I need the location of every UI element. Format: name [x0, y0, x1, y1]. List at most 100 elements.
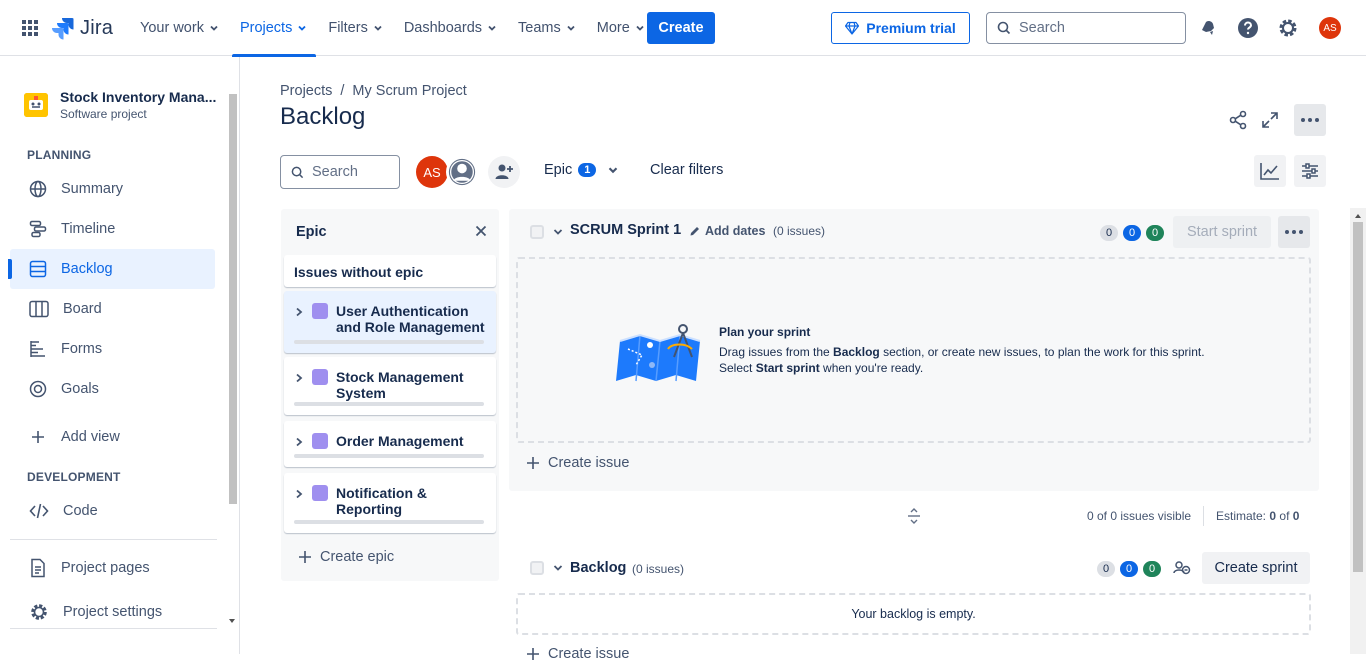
unassigned-avatar-filter[interactable] [446, 156, 478, 188]
resize-handle-icon[interactable] [906, 508, 922, 524]
sidebar-scroll-thumb[interactable] [229, 94, 237, 504]
notifications-icon[interactable] [1196, 16, 1220, 40]
nav-your-work[interactable]: Your work [130, 0, 230, 56]
plus-icon [299, 551, 311, 563]
nav-teams[interactable]: Teams [508, 0, 587, 56]
global-search-input[interactable]: Search [986, 12, 1186, 44]
chevron-right-icon[interactable] [294, 489, 304, 499]
nav-more[interactable]: More [587, 0, 656, 56]
sidebar-item-timeline[interactable]: Timeline [10, 209, 215, 249]
insights-button[interactable] [1254, 155, 1286, 187]
in-progress-count-badge: 0 [1123, 225, 1141, 241]
add-dates-button[interactable]: Add dates [689, 224, 765, 238]
app-switcher-icon[interactable] [20, 18, 40, 38]
nav-label: Your work [140, 20, 204, 36]
project-header[interactable]: Stock Inventory Mana... Software project [24, 89, 216, 121]
gem-icon [845, 21, 860, 35]
issues-without-epic[interactable]: Issues without epic [284, 255, 496, 287]
chevron-down-icon [374, 25, 382, 31]
backlog-select-checkbox[interactable] [530, 561, 544, 575]
nav-label: Projects [239, 20, 293, 36]
help-icon[interactable] [1236, 16, 1260, 40]
add-people-button[interactable] [488, 156, 520, 188]
estimate-value: 0 [1269, 509, 1277, 523]
project-type: Software project [60, 107, 147, 121]
nav-projects[interactable]: Projects [230, 0, 318, 57]
search-icon [997, 21, 1011, 35]
todo-count-badge: 0 [1097, 561, 1115, 577]
sprint-more-button[interactable] [1278, 216, 1310, 248]
chevron-down-icon [210, 25, 218, 31]
nav-label: More [596, 20, 630, 36]
more-actions-button[interactable] [1294, 104, 1326, 136]
nav-dashboards[interactable]: Dashboards [394, 0, 508, 56]
chevron-right-icon[interactable] [294, 437, 304, 447]
todo-count-badge: 0 [1100, 225, 1118, 241]
assign-team-icon[interactable] [1170, 556, 1194, 580]
epic-card[interactable]: User Authentication and Role Management [284, 291, 496, 353]
epic-name: Stock Management System [336, 369, 464, 401]
view-settings-button[interactable] [1294, 155, 1326, 187]
sprint-select-checkbox[interactable] [530, 225, 544, 239]
page-icon [31, 558, 45, 578]
sidebar-item-backlog[interactable]: Backlog [8, 249, 215, 289]
sidebar-item-forms[interactable]: Forms [10, 329, 215, 369]
share-button[interactable] [1222, 104, 1254, 136]
project-sidebar: Stock Inventory Mana... Software project… [0, 57, 240, 654]
estimate-of: of [1279, 509, 1290, 523]
epic-progress-bar [294, 402, 484, 406]
estimate-text: Estimate: 0 of 0 [1216, 509, 1299, 523]
jira-logo-icon [52, 18, 74, 40]
epic-name: Order Management [336, 433, 464, 449]
assignee-avatar-filter[interactable]: AS [416, 156, 448, 188]
sidebar-item-project-pages[interactable]: Project pages [10, 548, 215, 588]
avatar-initials: AS [1319, 17, 1341, 39]
epic-card[interactable]: Order Management [284, 421, 496, 467]
chevron-down-icon[interactable] [552, 226, 564, 238]
backlog-search-input[interactable]: Search [280, 155, 400, 189]
add-view-button[interactable]: Add view [10, 417, 215, 457]
start-sprint-button[interactable]: Start sprint [1173, 216, 1271, 248]
sidebar-item-project-settings[interactable]: Project settings [10, 592, 215, 632]
epic-filter-dropdown[interactable]: Epic 1 [544, 162, 620, 178]
plan-text-bold: Start sprint [755, 361, 820, 375]
sidebar-item-goals[interactable]: Goals [10, 369, 215, 409]
epic-card[interactable]: Stock Management System [284, 357, 496, 415]
backlog-create-issue-button[interactable]: Create issue [526, 646, 629, 662]
epic-filter-label: Epic [544, 162, 573, 178]
sidebar-item-board[interactable]: Board [10, 289, 215, 329]
primary-nav: Your work Projects Filters Dashboards Te… [130, 0, 656, 57]
nav-filters[interactable]: Filters [318, 0, 393, 56]
settings-gear-icon[interactable] [1276, 16, 1300, 40]
chevron-right-icon[interactable] [294, 307, 304, 317]
breadcrumb-projects[interactable]: Projects [280, 83, 332, 99]
plan-text-bold: Backlog [833, 345, 880, 359]
create-epic-label: Create epic [320, 549, 395, 565]
clear-filters-button[interactable]: Clear filters [650, 162, 723, 178]
plus-icon [527, 457, 539, 469]
epic-progress-bar [294, 340, 484, 344]
sprint-drop-zone[interactable]: Plan your sprint Drag issues from the Ba… [516, 257, 1311, 443]
create-epic-button[interactable]: Create epic [298, 549, 394, 565]
chevron-down-icon[interactable] [552, 562, 564, 574]
sidebar-item-summary[interactable]: Summary [10, 169, 215, 209]
nav-label: Dashboards [403, 20, 483, 36]
plan-text-part: section, or create new issues, to plan t… [879, 345, 1205, 359]
breadcrumb-project[interactable]: My Scrum Project [352, 83, 466, 99]
jira-logo[interactable]: Jira [52, 16, 113, 40]
create-button[interactable]: Create [647, 12, 715, 44]
premium-trial-button[interactable]: Premium trial [831, 12, 970, 44]
epic-card[interactable]: Notification & Reporting [284, 473, 496, 533]
create-issue-label: Create issue [548, 455, 630, 471]
create-sprint-button[interactable]: Create sprint [1202, 552, 1310, 584]
close-epic-panel-icon[interactable] [475, 225, 487, 237]
create-issue-button[interactable]: Create issue [526, 455, 629, 471]
done-count-badge: 0 [1146, 225, 1164, 241]
fullscreen-button[interactable] [1254, 104, 1286, 136]
chevron-right-icon[interactable] [294, 373, 304, 383]
profile-avatar[interactable]: AS [1318, 16, 1342, 40]
top-navigation: Jira Your work Projects Filters Dashboar… [0, 0, 1366, 57]
user-icon [448, 158, 476, 186]
sidebar-item-code[interactable]: Code [10, 491, 215, 531]
main-scroll-thumb[interactable] [1353, 222, 1363, 572]
